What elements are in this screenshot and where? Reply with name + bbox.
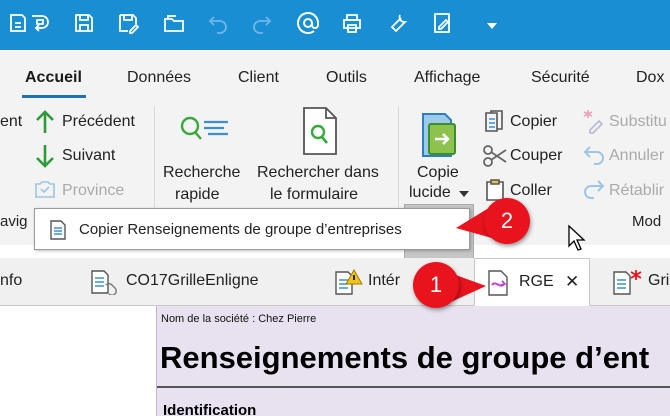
- form-search-icon: [302, 106, 338, 156]
- restore-button[interactable]: Rétablir: [609, 182, 664, 200]
- section-heading: Identification: [163, 402, 257, 419]
- save-icon[interactable]: [72, 11, 96, 35]
- tab-interet[interactable]: Intér: [368, 272, 400, 290]
- tab-rge-label: RGE: [519, 273, 554, 290]
- ribbon-tab-bar: Accueil Données Client Outils Affichage …: [0, 50, 670, 100]
- redo-edit-icon: [582, 178, 606, 200]
- arrow-up-icon: [34, 109, 56, 135]
- scissors-icon: [482, 144, 508, 168]
- company-name-line: Nom de la société : Chez Pierre: [161, 313, 317, 325]
- smart-copy-label-2[interactable]: lucide: [409, 184, 451, 202]
- form-search-label-2[interactable]: le formulaire: [270, 186, 358, 204]
- quick-search-label-2[interactable]: rapide: [175, 186, 219, 204]
- tooltip-label: Copier Renseignements de groupe d’entrep…: [79, 221, 402, 238]
- form-search-label-1[interactable]: Rechercher dans: [257, 164, 379, 182]
- quick-access-toolbar: [0, 0, 670, 50]
- sync-icon[interactable]: [28, 11, 52, 35]
- next-button[interactable]: Suivant: [62, 147, 115, 165]
- edit-group-label: Mod: [632, 213, 662, 230]
- smart-copy-tooltip: Copier Renseignements de groupe d’entrep…: [34, 208, 470, 250]
- tab-outils[interactable]: Outils: [326, 69, 367, 87]
- tab-info[interactable]: nfo: [0, 272, 22, 290]
- quick-search-icon: [178, 110, 232, 154]
- document-icon: [49, 219, 67, 241]
- cut-button[interactable]: Couper: [510, 147, 562, 165]
- linked-doc-icon: [90, 269, 122, 295]
- substitute-icon: [582, 108, 606, 134]
- smart-copy-label-1[interactable]: Copie: [417, 164, 459, 182]
- warning-doc-icon: [334, 268, 364, 296]
- cancel-button[interactable]: Annuler: [609, 147, 664, 165]
- title-divider: [157, 386, 670, 388]
- document-page: Nom de la société : Chez Pierre Renseign…: [156, 306, 670, 419]
- tab-co17grilleenligne[interactable]: CO17GrilleEnligne: [126, 272, 259, 290]
- edit-doc-icon[interactable]: [430, 11, 454, 35]
- redo-icon[interactable]: [250, 11, 274, 35]
- undo-icon[interactable]: [206, 11, 230, 35]
- active-tab-indicator: [22, 95, 86, 98]
- tab-grille[interactable]: Gri: [648, 272, 669, 290]
- previous-button[interactable]: Précédent: [62, 113, 135, 131]
- nav-partial-button[interactable]: ent: [0, 113, 22, 131]
- tab-close-button[interactable]: ✕: [565, 272, 579, 292]
- open-folder-icon[interactable]: [162, 11, 186, 35]
- substitute-button[interactable]: Substitu: [609, 113, 667, 131]
- nav-group-label: avig: [0, 213, 28, 230]
- print-icon[interactable]: [340, 11, 364, 35]
- dropdown-icon[interactable]: [480, 13, 504, 37]
- tab-securite[interactable]: Sécurité: [531, 69, 590, 87]
- copy-button[interactable]: Copier: [510, 113, 557, 131]
- save-as-icon[interactable]: [116, 11, 140, 35]
- flagged-doc-icon: [612, 268, 644, 296]
- province-button[interactable]: Province: [62, 182, 124, 200]
- tab-dox[interactable]: Dox: [636, 69, 664, 87]
- undo-edit-icon: [582, 144, 606, 166]
- tab-affichage[interactable]: Affichage: [414, 69, 480, 87]
- marker-two: 2: [484, 198, 530, 244]
- smart-copy-icon: [418, 108, 458, 160]
- tab-accueil[interactable]: Accueil: [25, 69, 82, 87]
- tab-client[interactable]: Client: [238, 69, 279, 87]
- arrow-down-icon: [34, 143, 56, 169]
- at-icon[interactable]: [296, 11, 320, 35]
- province-icon: [33, 179, 57, 201]
- copy-icon: [483, 109, 505, 135]
- wrench-icon[interactable]: [386, 11, 410, 35]
- back-doc-icon[interactable]: [6, 11, 30, 35]
- mouse-cursor-icon: [567, 224, 587, 252]
- tab-donnees[interactable]: Données: [127, 69, 191, 87]
- quick-search-label-1[interactable]: Recherche: [163, 164, 240, 182]
- marker-one: 1: [413, 262, 459, 308]
- document-title: Renseignements de groupe d’ent: [160, 340, 650, 375]
